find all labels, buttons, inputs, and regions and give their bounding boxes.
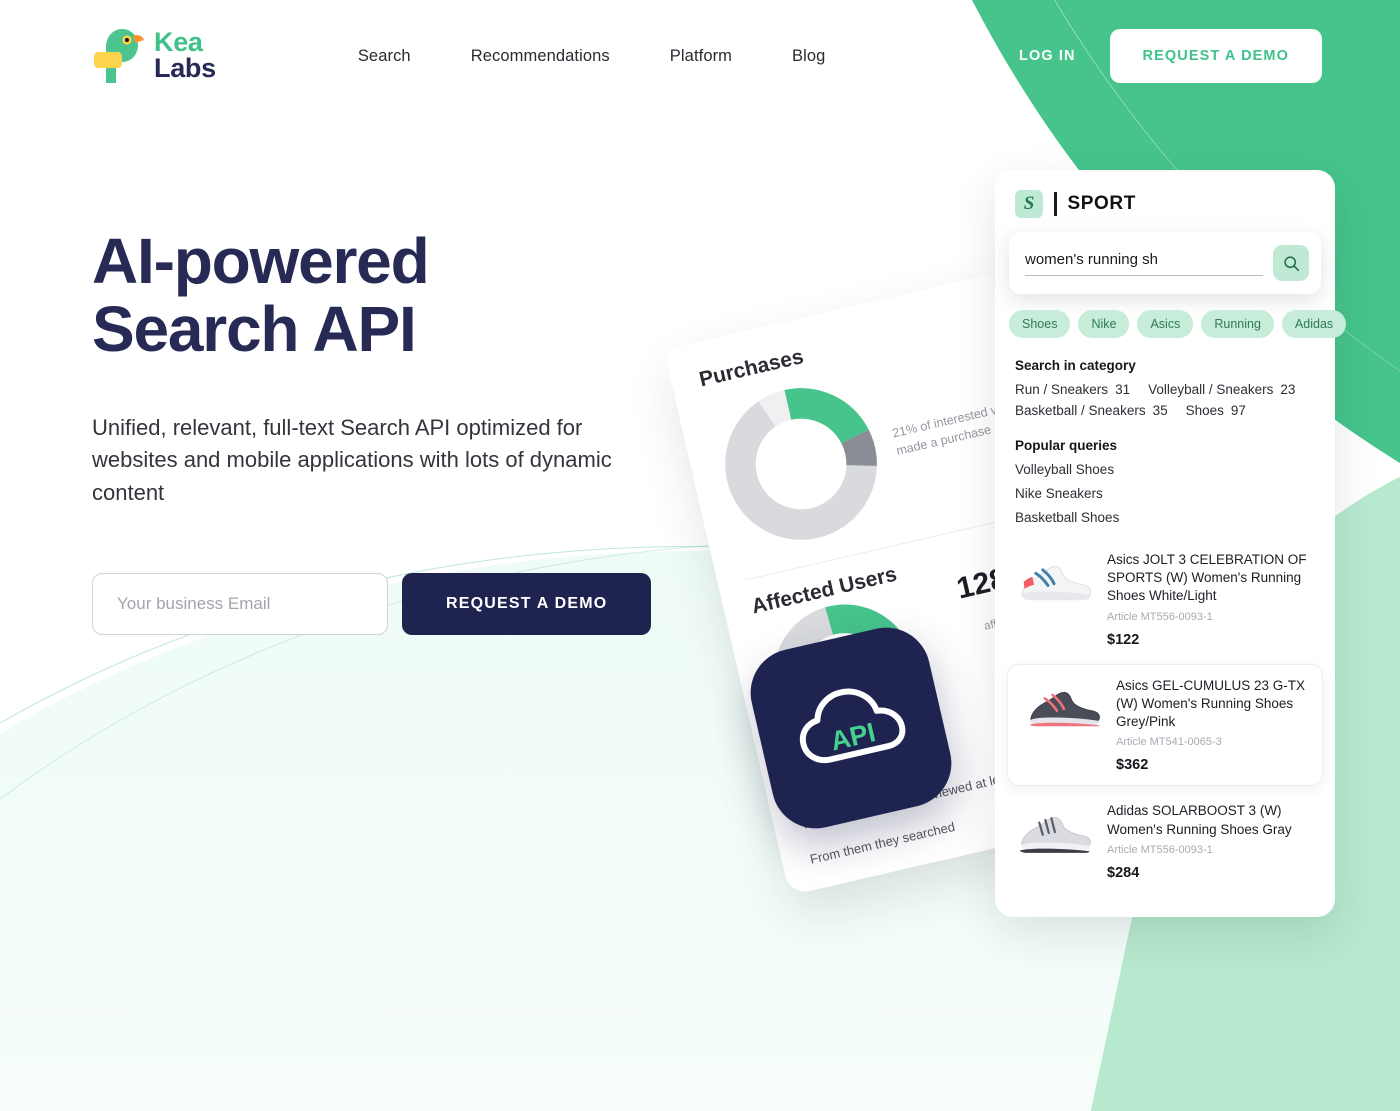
nav-item-search[interactable]: Search xyxy=(358,47,411,66)
gray-running-shoe-thumb xyxy=(1015,802,1093,864)
grey-pink-running-shoe-thumb xyxy=(1024,677,1102,739)
store-brand: S SPORT xyxy=(995,190,1335,218)
magnifier-icon xyxy=(1283,255,1299,271)
result-title: Asics GEL-CUMULUS 23 G-TX (W) Women's Ru… xyxy=(1116,677,1306,730)
store-logo-icon: S xyxy=(1015,190,1043,218)
login-link[interactable]: LOG IN xyxy=(1019,48,1076,64)
nav-item-platform[interactable]: Platform xyxy=(670,47,732,66)
category-label: Run / Sneakers xyxy=(1015,382,1109,397)
popular-queries-heading: Popular queries xyxy=(1015,438,1118,453)
category-item-run-sneakers[interactable]: Run / Sneakers 31 xyxy=(1015,382,1130,397)
result-article: Article MT556-0093-1 xyxy=(1107,610,1213,623)
result-price: $284 xyxy=(1107,864,1140,881)
search-in-category-heading: Search in category xyxy=(1015,358,1136,373)
chip-adidas[interactable]: Adidas xyxy=(1281,310,1347,338)
result-title: Asics JOLT 3 CELEBRATION OF SPORTS (W) W… xyxy=(1107,552,1307,604)
white-running-shoe-thumb xyxy=(1015,551,1093,613)
chip-shoes[interactable]: Shoes xyxy=(1009,310,1071,338)
result-title: Adidas SOLARBOOST 3 (W) Women's Running … xyxy=(1107,803,1292,837)
chip-running[interactable]: Running xyxy=(1201,310,1274,338)
search-result-info: Asics GEL-CUMULUS 23 G-TX (W) Women's Ru… xyxy=(1116,677,1306,774)
category-count: 35 xyxy=(1152,403,1168,418)
result-article: Article MT541-0065-3 xyxy=(1116,736,1222,749)
primary-navigation: Search Recommendations Platform Blog xyxy=(358,47,826,66)
nav-item-recommendations[interactable]: Recommendations xyxy=(471,47,610,66)
search-result-item[interactable]: Asics JOLT 3 CELEBRATION OF SPORTS (W) W… xyxy=(995,539,1335,660)
popular-queries-list: Volleyball Shoes Nike Sneakers Basketbal… xyxy=(995,462,1335,525)
category-list: Run / Sneakers 31 Volleyball / Sneakers … xyxy=(995,382,1335,418)
hero-heading-line-2: Search API xyxy=(92,292,417,365)
parrot-logo-icon xyxy=(94,29,144,83)
category-row: Run / Sneakers 31 Volleyball / Sneakers … xyxy=(1015,382,1315,397)
chip-nike[interactable]: Nike xyxy=(1078,310,1130,338)
chip-asics[interactable]: Asics xyxy=(1137,310,1194,338)
brand-logo[interactable]: Kea Labs xyxy=(92,27,216,85)
search-result-item[interactable]: Adidas SOLARBOOST 3 (W) Women's Running … xyxy=(995,790,1335,892)
search-box xyxy=(1009,232,1321,294)
search-widget-panel: S SPORT Shoes Nike Asics Running Adidas … xyxy=(995,170,1347,917)
result-price: $362 xyxy=(1116,757,1149,774)
search-submit-button[interactable] xyxy=(1273,245,1309,281)
page-title: AI-powered Search API xyxy=(92,225,692,365)
business-email-input[interactable] xyxy=(92,573,388,636)
search-result-info: Asics JOLT 3 CELEBRATION OF SPORTS (W) W… xyxy=(1107,551,1315,648)
search-result-info: Adidas SOLARBOOST 3 (W) Women's Running … xyxy=(1107,802,1315,880)
purchases-donut-chart xyxy=(725,388,877,540)
result-price: $122 xyxy=(1107,631,1140,648)
brand-wordmark: Kea Labs xyxy=(154,29,216,83)
demo-request-form: REQUEST A DEMO xyxy=(92,573,692,636)
category-label: Shoes xyxy=(1185,403,1224,418)
header-actions: LOG IN REQUEST A DEMO xyxy=(1019,29,1322,83)
site-header: Kea Labs Search Recommendations Platform… xyxy=(0,0,1400,112)
search-input[interactable] xyxy=(1025,250,1263,268)
hero-heading-line-1: AI-powered xyxy=(92,225,430,297)
search-results-list: Asics JOLT 3 CELEBRATION OF SPORTS (W) W… xyxy=(995,539,1335,893)
nav-item-blog[interactable]: Blog xyxy=(792,47,825,66)
search-result-item[interactable]: Asics GEL-CUMULUS 23 G-TX (W) Women's Ru… xyxy=(1007,663,1323,787)
hero-request-demo-button[interactable]: REQUEST A DEMO xyxy=(402,573,652,636)
query-item-nike-sneakers[interactable]: Nike Sneakers xyxy=(1015,486,1315,501)
category-item-shoes[interactable]: Shoes 97 xyxy=(1186,403,1246,418)
category-row: Basketball / Sneakers 35 Shoes 97 xyxy=(1015,403,1315,418)
brand-separator xyxy=(1054,192,1057,216)
category-label: Basketball / Sneakers xyxy=(1015,403,1146,418)
search-input-wrapper xyxy=(1025,250,1263,276)
category-count: 23 xyxy=(1280,382,1296,397)
store-name: SPORT xyxy=(1067,193,1136,214)
hero-section: AI-powered Search API Unified, relevant,… xyxy=(92,225,692,636)
category-item-volleyball-sneakers[interactable]: Volleyball / Sneakers 23 xyxy=(1148,382,1295,397)
suggestion-chips: Shoes Nike Asics Running Adidas xyxy=(995,294,1347,338)
brand-name-secondary: Labs xyxy=(154,53,216,83)
query-item-basketball-shoes[interactable]: Basketball Shoes xyxy=(1015,510,1315,525)
cloud-api-icon: API xyxy=(799,688,906,764)
result-article: Article MT556-0093-1 xyxy=(1107,843,1213,856)
category-item-basketball-sneakers[interactable]: Basketball / Sneakers 35 xyxy=(1015,403,1168,418)
category-label: Volleyball / Sneakers xyxy=(1148,382,1274,397)
hero-subtitle: Unified, relevant, full-text Search API … xyxy=(92,414,612,505)
header-request-demo-button[interactable]: REQUEST A DEMO xyxy=(1109,29,1322,83)
query-item-volleyball-shoes[interactable]: Volleyball Shoes xyxy=(1015,462,1315,477)
category-count: 31 xyxy=(1115,382,1131,397)
category-count: 97 xyxy=(1230,403,1246,418)
